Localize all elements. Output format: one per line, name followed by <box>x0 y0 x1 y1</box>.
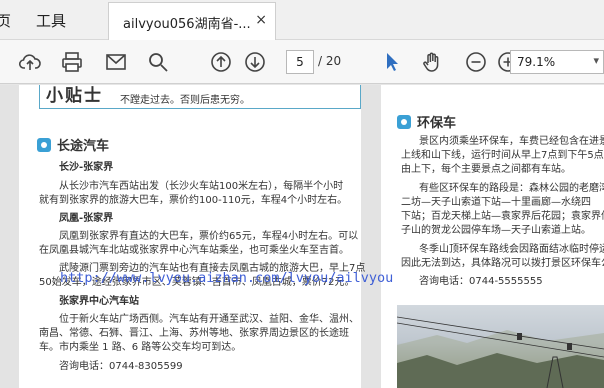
menu-item-tools[interactable]: 工具 <box>36 10 66 31</box>
zoom-select[interactable]: 79.1% ▾ <box>510 50 604 74</box>
paragraph-line: 在凤凰县城汽车北站或张家界中心汽车站乘坐，也可乘坐火车至吉首。 <box>39 245 349 256</box>
paragraph-line: 因此无法到达，具体路况可以拨打景区环保车公 <box>401 258 604 269</box>
select-cursor-icon[interactable] <box>378 48 406 76</box>
tips-box: 小贴士 不蹚走过去。否则后患无穷。 <box>39 85 361 109</box>
upload-cloud-icon[interactable] <box>16 48 44 76</box>
section-bullet-icon <box>37 137 51 152</box>
tips-text: 不蹚走过去。否则后患无穷。 <box>120 95 250 106</box>
title-bar: 页 工具 ailvyou056湖南省-... × <box>0 0 604 40</box>
paragraph-line: 由上下，每个主要景点之间都有车站。 <box>401 164 571 175</box>
print-icon[interactable] <box>58 48 86 76</box>
paragraph-line: 南昌、常德、石狮、晋江、上海、苏州等地、张家界周边景区的长途班 <box>39 328 349 339</box>
previous-page-icon[interactable] <box>207 48 235 76</box>
toolbar: 5 / 20 79.1% ▾ <box>0 40 604 84</box>
section-heading-eco-bus: 环保车 <box>397 112 456 131</box>
paragraph-line: 有些区环保车的路段是：森林公园的老磨湾 <box>419 183 604 194</box>
watermark-url: http://www.lvyou.aizhan.com/lvyou/ailvyo… <box>60 270 394 286</box>
document-tab[interactable]: ailvyou056湖南省-... × <box>108 2 276 40</box>
document-page-left: 小贴士 不蹚走过去。否则后患无穷。 长途汽车 长沙-张家界 从长沙市汽车西站出发… <box>19 85 365 388</box>
tab-title: ailvyou056湖南省-... <box>123 17 251 32</box>
paragraph-line: 下站；百龙天梯上站—袁家界后花园；袁家界停 <box>401 211 604 222</box>
section-title: 长途汽车 <box>57 139 110 154</box>
zoom-value: 79.1% <box>517 55 556 69</box>
paragraph-line: 子山的贺龙公园停车场—天子山索道上站。 <box>401 225 591 236</box>
paragraph-line: 凤凰到张家界有直达的大巴车，票价约65元，车程4小时左右。可以 <box>59 231 359 242</box>
paragraph-line: 车。市内乘坐 1 路、6 路等公交车均可到达。 <box>39 342 242 353</box>
phone-line: 咨询电话：0744-5555555 <box>419 276 543 287</box>
phone-line: 咨询电话：0744-8305599 <box>59 361 183 372</box>
section-heading-long-bus: 长途汽车 <box>37 135 109 154</box>
search-icon[interactable] <box>144 48 172 76</box>
section-title: 环保车 <box>417 116 457 131</box>
hand-tool-icon[interactable] <box>418 48 446 76</box>
tips-title: 小贴士 <box>46 86 103 106</box>
email-icon[interactable] <box>102 48 130 76</box>
subheading-fenghuang: 凤凰-张家界 <box>59 213 114 224</box>
paragraph-line: 位于新火车站广场西侧。汽车站有开通至武汉、益阳、金华、温州、 <box>59 314 359 325</box>
subheading-changsha: 长沙-张家界 <box>59 162 114 173</box>
paragraph-line: 冬季山顶环保车路线会因路面结冰临时停运 <box>419 244 604 255</box>
zoom-out-icon[interactable] <box>462 48 490 76</box>
next-page-icon[interactable] <box>241 48 269 76</box>
chevron-down-icon: ▾ <box>593 54 599 67</box>
paragraph-line: 从长沙市汽车西站出发（长沙火车站100米左右），每隔半个小时 <box>59 181 344 192</box>
section-bullet-icon <box>397 114 411 129</box>
page-total: / 20 <box>318 54 342 68</box>
subheading-bus-station: 张家界中心汽车站 <box>59 296 139 307</box>
document-viewport[interactable]: 小贴士 不蹚走过去。否则后患无穷。 长途汽车 长沙-张家界 从长沙市汽车西站出发… <box>0 85 604 388</box>
paragraph-line: 二坊—天子山索道下站—十里画廊—水绕四 <box>401 197 591 208</box>
cable-car-photo <box>397 305 604 388</box>
document-page-right: 环保车 景区内须乘坐环保车，车费已经包含在进景 上线和山下线，运行时间从早上7点… <box>381 85 604 388</box>
paragraph-line: 上线和山下线，运行时间从早上7点到下午5点， <box>401 150 604 161</box>
tab-close-icon[interactable]: × <box>255 12 267 28</box>
paragraph-line: 景区内须乘坐环保车，车费已经包含在进景 <box>419 136 604 147</box>
pdf-reader-window: 页 工具 ailvyou056湖南省-... × 5 / 20 79.1% ▾ … <box>0 0 604 388</box>
menu-item-page[interactable]: 页 <box>0 10 11 31</box>
page-number-input[interactable]: 5 <box>286 50 314 74</box>
paragraph-line: 就有到张家界的旅游大巴车，票价约100-110元，车程4个小时左右。 <box>39 195 348 206</box>
